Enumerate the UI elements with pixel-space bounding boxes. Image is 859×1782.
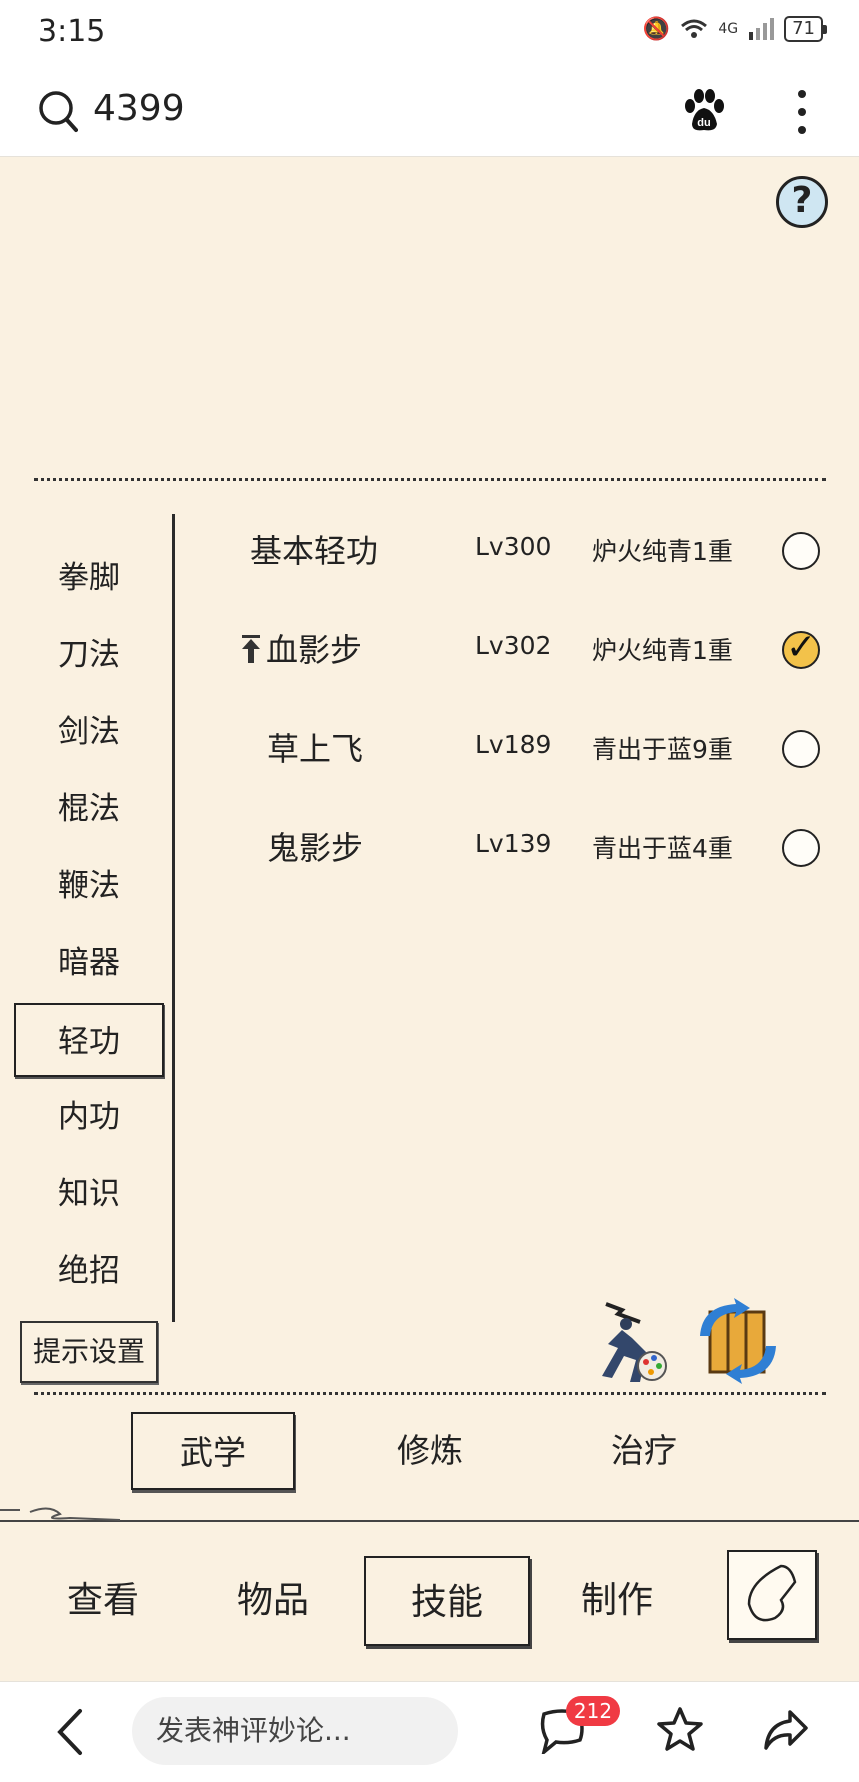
more-vertical-icon[interactable] bbox=[790, 84, 814, 140]
svg-text:du: du bbox=[697, 117, 710, 129]
baidu-paw-icon[interactable]: du bbox=[680, 86, 728, 134]
brush-flourish bbox=[0, 1507, 121, 1521]
share-icon[interactable] bbox=[762, 1708, 810, 1752]
comment-input[interactable]: 发表神评妙论... bbox=[132, 1697, 458, 1765]
skill-select-radio[interactable] bbox=[782, 532, 820, 570]
side-tab-gunfa[interactable]: 棍法 bbox=[14, 772, 164, 846]
comment-count-badge: 212 bbox=[566, 1696, 620, 1726]
skill-level: Lv302 bbox=[475, 631, 552, 660]
search-bar[interactable]: 4399 du bbox=[0, 68, 859, 157]
skill-tier: 青出于蓝4重 bbox=[592, 834, 733, 863]
side-tab-quanjiao[interactable]: 拳脚 bbox=[14, 541, 164, 615]
nav-items[interactable]: 物品 bbox=[190, 1556, 356, 1646]
tab-zhiliao[interactable]: 治疗 bbox=[562, 1412, 726, 1490]
side-tab-jianfa[interactable]: 剑法 bbox=[14, 695, 164, 769]
skill-name: 基本轻功 bbox=[250, 532, 379, 570]
tab-xiulian[interactable]: 修炼 bbox=[348, 1412, 512, 1490]
skill-row[interactable]: 草上飞 Lv189 青出于蓝9重 bbox=[190, 718, 830, 778]
skill-row[interactable]: 鬼影步 Lv139 青出于蓝4重 bbox=[190, 817, 830, 877]
nav-craft[interactable]: 制作 bbox=[534, 1556, 700, 1646]
skill-tier: 炉火纯青1重 bbox=[592, 636, 733, 665]
skill-level: Lv189 bbox=[475, 730, 552, 759]
battery-icon: 71 bbox=[784, 16, 827, 42]
side-divider bbox=[172, 514, 175, 1322]
skill-select-radio[interactable] bbox=[782, 730, 820, 768]
status-icons: 🔕 4G 71 bbox=[642, 16, 827, 42]
swap-scroll-icon[interactable] bbox=[694, 1298, 782, 1384]
search-icon[interactable] bbox=[38, 90, 78, 134]
skill-row[interactable]: 基本轻功 Lv300 炉火纯青1重 bbox=[190, 520, 830, 580]
signal-icon bbox=[749, 18, 775, 40]
side-tab-qinggong[interactable]: 轻功 bbox=[14, 1003, 164, 1077]
skill-tier: 炉火纯青1重 bbox=[592, 537, 733, 566]
skill-name: 鬼影步 bbox=[267, 829, 364, 867]
divider-top bbox=[34, 478, 826, 481]
divider-bottom bbox=[34, 1392, 826, 1395]
side-tab-anqi[interactable]: 暗器 bbox=[14, 926, 164, 1000]
question-icon[interactable]: ? bbox=[776, 176, 828, 228]
nav-view[interactable]: 查看 bbox=[20, 1556, 186, 1646]
side-tab-bianfa[interactable]: 鞭法 bbox=[14, 849, 164, 923]
martial-artist-icon[interactable] bbox=[588, 1300, 670, 1386]
network-type: 4G bbox=[718, 21, 739, 37]
skill-level: Lv300 bbox=[475, 532, 552, 561]
star-icon[interactable] bbox=[656, 1706, 704, 1752]
status-bar: 3:15 🔕 4G 71 bbox=[0, 0, 859, 68]
skill-name: 血影步 bbox=[266, 631, 363, 669]
side-tab-zhishi[interactable]: 知识 bbox=[14, 1157, 164, 1231]
status-time: 3:15 bbox=[38, 14, 106, 49]
back-icon bbox=[747, 1564, 797, 1622]
back-button[interactable] bbox=[727, 1550, 817, 1640]
skill-row[interactable]: 血影步 Lv302 炉火纯青1重 bbox=[190, 619, 830, 679]
mute-icon: 🔕 bbox=[642, 16, 671, 42]
search-input[interactable]: 4399 bbox=[93, 88, 185, 129]
upgrade-arrow-icon bbox=[242, 635, 260, 663]
nav-skills[interactable]: 技能 bbox=[364, 1556, 530, 1646]
skill-level: Lv139 bbox=[475, 829, 552, 858]
skill-select-radio[interactable] bbox=[782, 829, 820, 867]
chevron-left-icon[interactable] bbox=[54, 1707, 84, 1757]
tab-wuxue[interactable]: 武学 bbox=[131, 1412, 295, 1490]
wifi-icon bbox=[681, 19, 708, 38]
skill-name: 草上飞 bbox=[267, 730, 364, 768]
side-tab-daofa[interactable]: 刀法 bbox=[14, 618, 164, 692]
skill-select-radio-checked[interactable] bbox=[782, 627, 820, 669]
skill-tier: 青出于蓝9重 bbox=[592, 735, 733, 764]
side-tab-neigong[interactable]: 内功 bbox=[14, 1080, 164, 1154]
hint-settings-button[interactable]: 提示设置 bbox=[20, 1321, 158, 1383]
side-tab-juezhao[interactable]: 绝招 bbox=[14, 1234, 164, 1308]
